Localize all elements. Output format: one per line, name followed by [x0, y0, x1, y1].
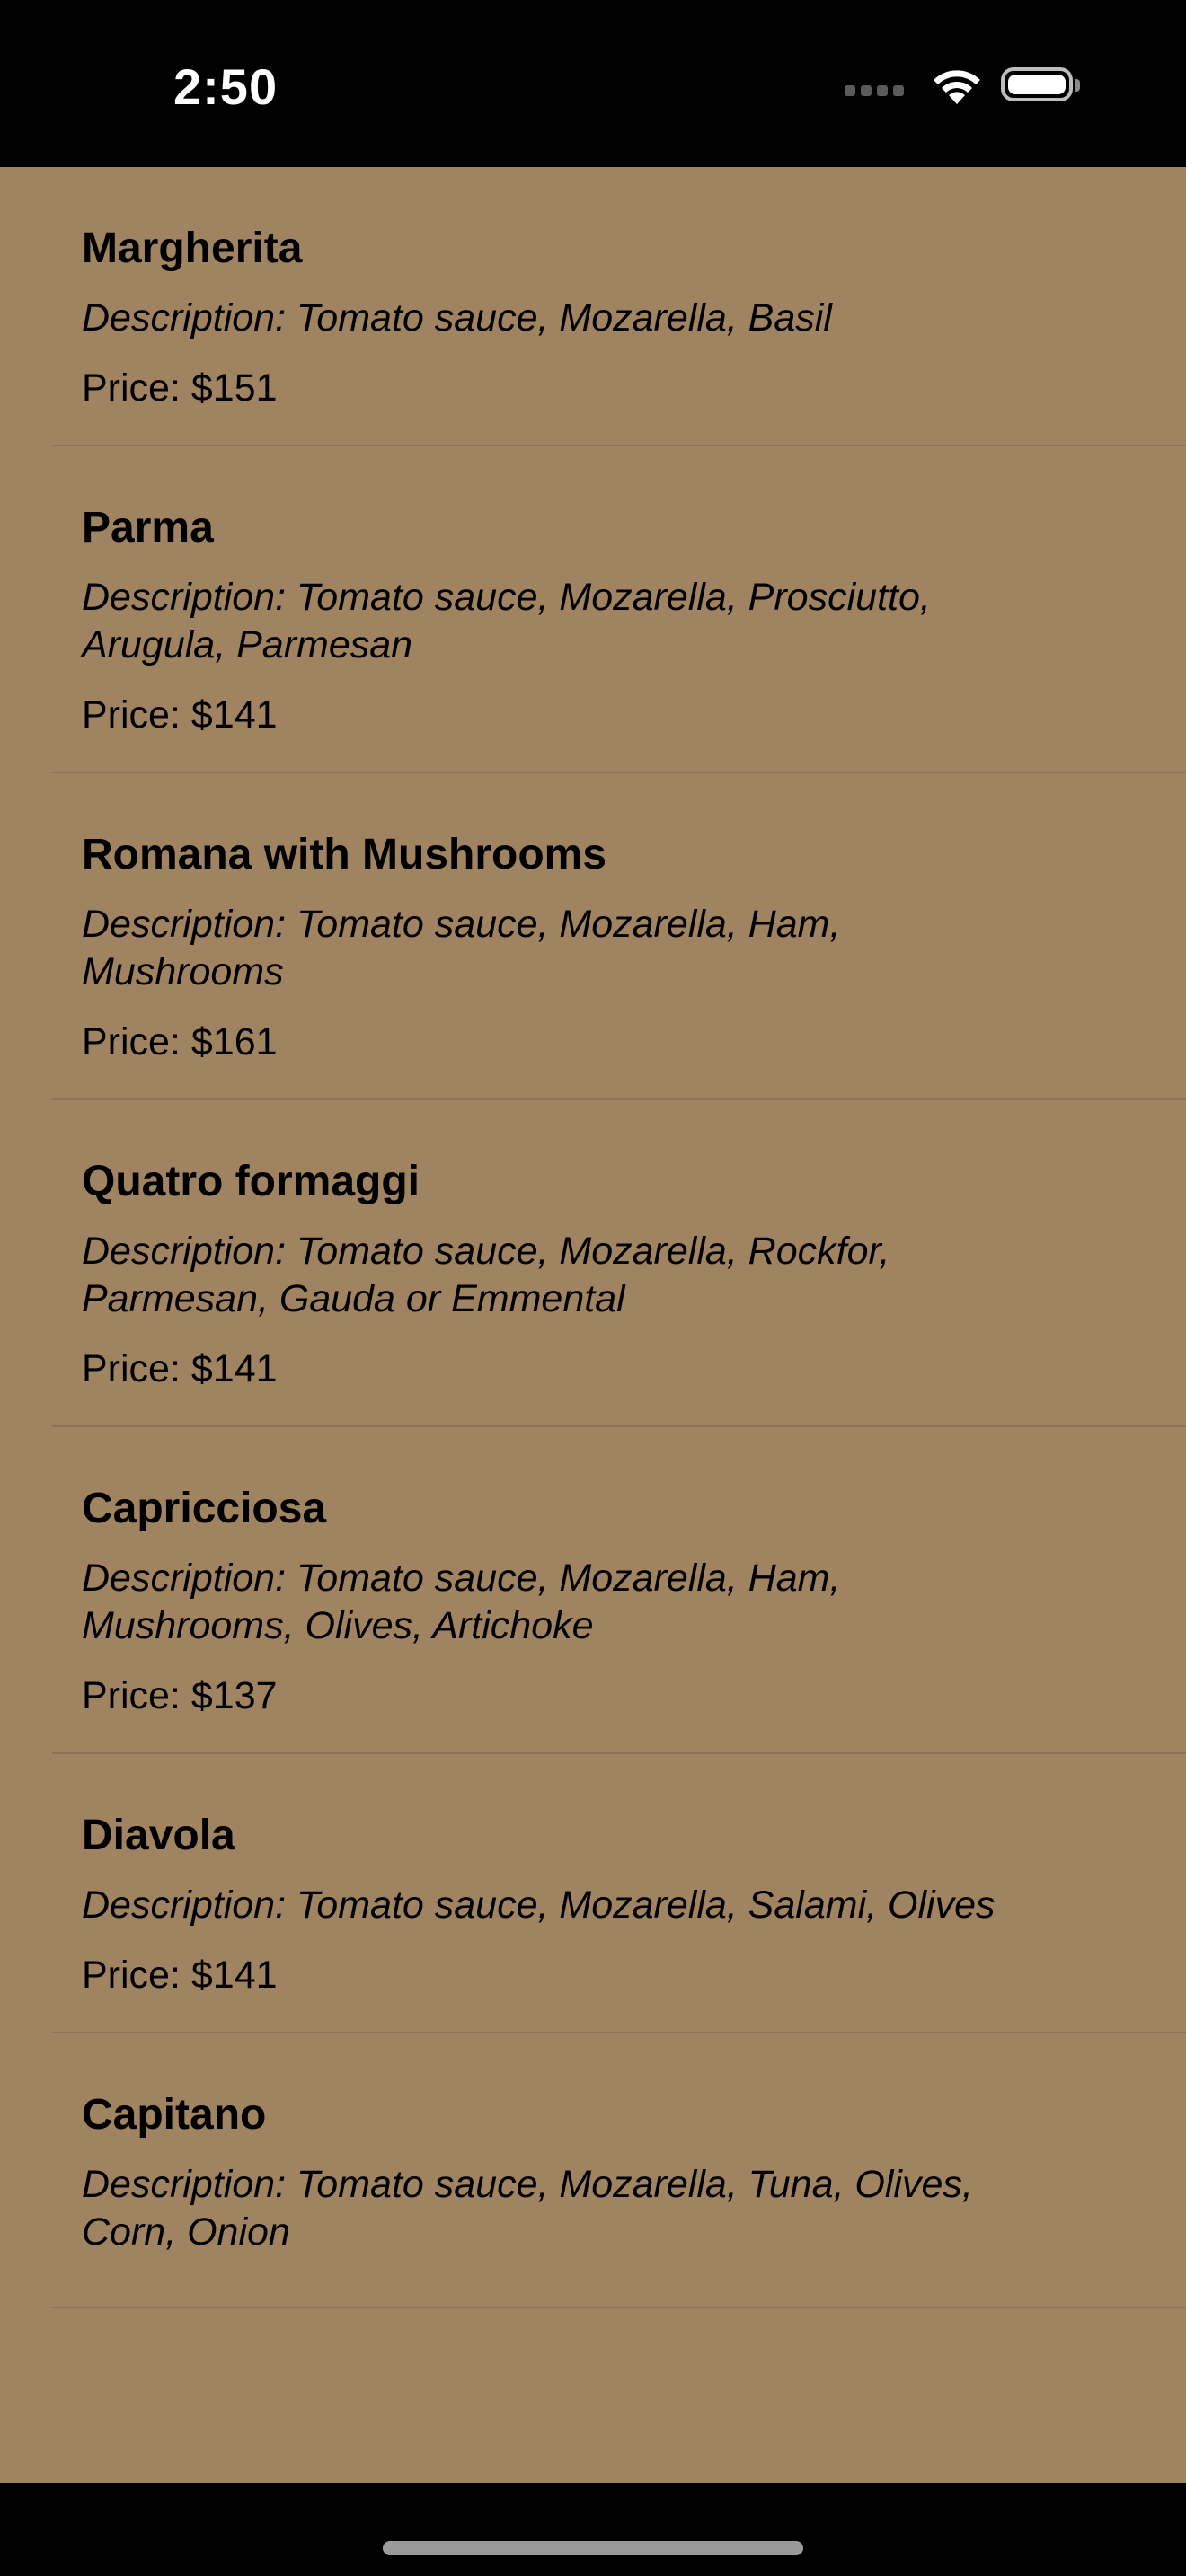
wifi-icon	[934, 70, 980, 104]
pizza-price: Price: $137	[82, 1674, 278, 1717]
menu-item[interactable]: Capitano Description: Tomato sauce, Mozar…	[0, 2033, 1186, 2308]
pizza-description: Description: Tomato sauce, Mozarella, Ha…	[82, 1557, 841, 1647]
menu-item[interactable]: Parma Description: Tomato sauce, Mozarell…	[0, 446, 1186, 773]
pizza-description: Description: Tomato sauce, Mozarella, Ro…	[82, 1230, 890, 1320]
pizza-name: Capricciosa	[82, 1485, 327, 1532]
battery-icon	[1001, 67, 1080, 101]
pizza-description: Description: Tomato sauce, Mozarella, Tu…	[82, 2163, 973, 2254]
home-indicator[interactable]	[383, 2541, 803, 2555]
menu-item[interactable]: Capricciosa Description: Tomato sauce, Mo…	[0, 1427, 1186, 1754]
pizza-name: Capitano	[82, 2091, 267, 2139]
menu-item[interactable]: Romana with Mushrooms Description: Tomato…	[0, 773, 1186, 1100]
pizza-name: Diavola	[82, 1812, 235, 1859]
pizza-description: Description: Tomato sauce, Mozarella, Ha…	[82, 903, 841, 993]
pizza-price: Price: $151	[82, 366, 278, 410]
pizza-price: Price: $141	[82, 1954, 278, 1997]
cellular-signal-icon	[845, 85, 904, 96]
pizza-description: Description: Tomato sauce, Mozarella, Sa…	[82, 1883, 996, 1927]
pizza-price: Price: $141	[82, 693, 278, 737]
pizza-name: Romana with Mushrooms	[82, 831, 607, 878]
status-icons	[845, 65, 1080, 104]
pizza-description: Description: Tomato sauce, Mozarella, Ba…	[82, 296, 832, 340]
pizza-name: Parma	[82, 504, 214, 551]
status-bar: 2:50	[0, 0, 1186, 167]
pizza-name: Margherita	[82, 225, 303, 272]
home-bar-area	[0, 2483, 1186, 2576]
status-time: 2:50	[173, 58, 279, 115]
pizza-menu-list[interactable]: Margherita Description: Tomato sauce, Moz…	[0, 167, 1186, 2483]
pizza-price: Price: $161	[82, 1020, 278, 1063]
pizza-price: Price: $141	[82, 1347, 278, 1390]
menu-list: Margherita Description: Tomato sauce, Moz…	[0, 167, 1186, 2308]
menu-item[interactable]: Margherita Description: Tomato sauce, Moz…	[0, 167, 1186, 446]
menu-item[interactable]: Diavola Description: Tomato sauce, Mozare…	[0, 1754, 1186, 2033]
pizza-name: Quatro formaggi	[82, 1158, 420, 1205]
menu-item[interactable]: Quatro formaggi Description: Tomato sauce…	[0, 1100, 1186, 1427]
pizza-description: Description: Tomato sauce, Mozarella, Pr…	[82, 576, 931, 666]
